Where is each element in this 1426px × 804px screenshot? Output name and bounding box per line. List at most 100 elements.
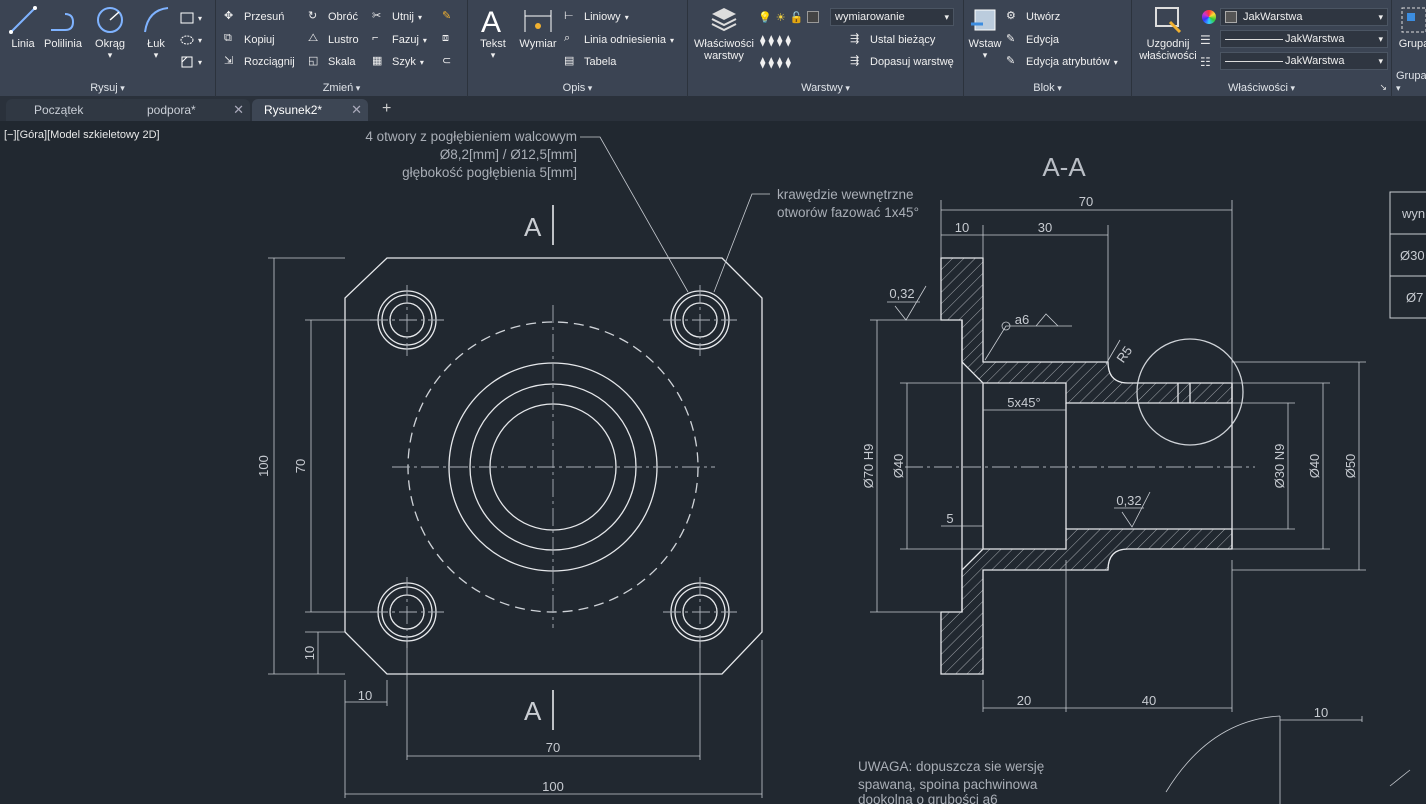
przesun-button[interactable]: ✥ Przesuń	[224, 7, 284, 27]
dimensions-front	[268, 136, 770, 798]
note-holes-line2: Ø8,2[mm] / Ø12,5[mm]	[440, 147, 577, 162]
wlasciwosci-warstwy-button[interactable]: Właściwości warstwy	[692, 4, 756, 62]
skala-button[interactable]: ◱ Skala	[308, 52, 356, 72]
layer-tools-row1[interactable]: ⧫ ⧫ ⧫ ⧫	[760, 30, 791, 50]
panel-opis-title[interactable]: Opis	[468, 82, 687, 94]
okrag-button[interactable]: Okrąg ▾	[90, 4, 130, 61]
panel-grupa-title[interactable]: Grupa	[1392, 70, 1426, 94]
close-icon[interactable]: ✕	[351, 102, 362, 118]
grupa-button[interactable]: Grupa	[1394, 4, 1426, 50]
szyk-label: Szyk	[392, 56, 416, 68]
rozciagnij-button[interactable]: ⇲ Rozciągnij	[224, 52, 295, 72]
linear-dim-icon: ⊢	[564, 10, 574, 22]
tab-label: Rysunek2*	[264, 103, 323, 117]
explode-button[interactable]: ⧈	[442, 30, 458, 50]
dim-sec-30: 30	[1038, 220, 1052, 235]
dim-40: 40	[1142, 693, 1156, 708]
layer-dropdown-value: wymiarowanie	[835, 11, 905, 23]
dopasuj-warstwe-button[interactable]: ⇶ Dopasuj warstwę	[850, 52, 954, 72]
section-mark-bottom: A	[524, 696, 542, 726]
dimension-icon	[524, 10, 552, 32]
dim-10-bottom-right: 10	[1314, 705, 1328, 720]
dim-70-vertical: 70	[293, 459, 308, 473]
luk-button[interactable]: Łuk ▾	[136, 4, 176, 61]
utnij-button[interactable]: ✂ Utnij ▾	[372, 7, 422, 27]
tab-poczatek[interactable]: Początek	[6, 99, 136, 121]
radius-label: R5	[1113, 343, 1135, 365]
lineweight-dropdown[interactable]: JakWarstwa ▾	[1220, 52, 1388, 70]
mirror-icon: ⧍	[308, 32, 319, 44]
layer-properties-icon	[711, 8, 737, 32]
rectangle-button[interactable]: ▾	[180, 8, 202, 28]
warning-line1: UWAGA: dopuszcza sie wersję	[858, 759, 1044, 774]
ribbon: Linia Polilinia Okrąg ▾ Łuk ▾ ▾ ▾ ▾ Rysu…	[0, 0, 1426, 97]
okrag-dropdown-icon[interactable]: ▾	[90, 50, 130, 61]
linetype-dropdown[interactable]: JakWarstwa ▾	[1220, 30, 1388, 48]
tabela-button[interactable]: ▤ Tabela	[564, 52, 616, 72]
panel-launcher-icon[interactable]: ↘	[1379, 82, 1387, 93]
panel-rysuj-title[interactable]: Rysuj	[0, 82, 215, 94]
close-icon[interactable]: ✕	[233, 102, 244, 118]
liniowy-button[interactable]: ⊢ Liniowy ▾	[564, 7, 629, 27]
linia-odniesienia-label: Linia odniesienia	[584, 34, 666, 46]
dim-10-horizontal: 10	[358, 688, 372, 703]
edycja-button[interactable]: ✎ Edycja	[1006, 30, 1059, 50]
table-cell-2: Ø30	[1400, 248, 1425, 263]
ustal-biezacy-button[interactable]: ⇶ Ustal bieżący	[850, 30, 935, 50]
kopiuj-label: Kopiuj	[244, 34, 275, 46]
utnij-label: Utnij	[392, 11, 415, 23]
hatch-button[interactable]: ▾	[180, 52, 202, 72]
warning-line2: spawaną, spoina pachwinowa	[858, 777, 1038, 792]
tab-rysunek2[interactable]: Rysunek2* ✕	[252, 99, 368, 121]
tekst-button[interactable]: A Tekst ▾	[476, 4, 510, 61]
layer-dropdown[interactable]: wymiarowanie ▾	[830, 8, 954, 26]
insert-block-icon	[971, 9, 996, 31]
linia-odniesienia-button[interactable]: ⌕ Linia odniesienia ▾	[564, 30, 674, 50]
color-swatch-icon	[807, 11, 820, 23]
layer-state-icons[interactable]: 💡 ☀ 🔓	[758, 7, 820, 27]
new-tab-button[interactable]: +	[382, 100, 391, 118]
linia-button[interactable]: Linia	[6, 4, 40, 50]
panel-zmien-title[interactable]: Zmień	[216, 82, 467, 94]
lustro-button[interactable]: ⧍ Lustro	[308, 30, 359, 50]
kopiuj-button[interactable]: ⧉ Kopiuj	[224, 30, 275, 50]
plus-icon: +	[382, 100, 392, 117]
obroc-button[interactable]: ↻ Obróć	[308, 7, 358, 27]
drawing-canvas[interactable]: A A 100 70 10 10 70 100 4 otwory z pogłę…	[0, 121, 1426, 804]
tab-label: Początek	[34, 103, 84, 117]
viewport-controls[interactable]: [−][Góra][Model szkieletowy 2D]	[4, 129, 160, 141]
przesun-label: Przesuń	[244, 11, 285, 23]
layer-tool-icon: ⧫ ⧫ ⧫ ⧫	[760, 34, 791, 47]
section-mark-top: A	[524, 212, 542, 242]
panel-warstwy-title[interactable]: Warstwy	[688, 82, 963, 94]
fazuj-button[interactable]: ⌐ Fazuj ▾	[372, 30, 427, 50]
ellipse-button[interactable]: ▾	[180, 30, 202, 50]
edycja-atrybutow-button[interactable]: ✎ Edycja atrybutów ▾	[1006, 52, 1118, 72]
wymiar-button[interactable]: Wymiar	[516, 4, 560, 50]
polilinia-button[interactable]: Polilinia	[40, 4, 86, 50]
panel-blok-title[interactable]: Blok	[964, 82, 1131, 94]
note-edges-line2: otworów fazować 1x45°	[777, 205, 919, 220]
szyk-button[interactable]: ▦ Szyk ▾	[372, 52, 424, 72]
wstaw-button[interactable]: Wstaw ▾	[966, 4, 1004, 61]
erase-button[interactable]: ✎	[442, 7, 458, 27]
layer-tools-row2[interactable]: ⧫ ⧫ ⧫ ⧫	[760, 52, 791, 72]
panel-zmien: ✥ Przesuń ⧉ Kopiuj ⇲ Rozciągnij ↻ Obróć ⧍ Lus…	[216, 0, 468, 97]
roughness-2: 0,32	[1116, 493, 1141, 508]
dopasuj-warstwe-label: Dopasuj warstwę	[870, 56, 954, 68]
uzgodnij-wlasciwosci-button[interactable]: Uzgodnij właściwości	[1136, 4, 1200, 62]
edit-attributes-icon: ✎	[1006, 55, 1016, 67]
linetype-icon: ☰	[1200, 33, 1211, 47]
panel-wlasciwosci-title[interactable]: Właściwości	[1132, 82, 1391, 94]
dim-10-vertical: 10	[302, 646, 317, 660]
offset-button[interactable]: ⊂	[442, 52, 458, 72]
luk-dropdown-icon[interactable]: ▾	[136, 50, 176, 61]
utworz-button[interactable]: ⚙ Utwórz	[1006, 7, 1060, 27]
dim-phi30: Ø30 N9	[1272, 444, 1287, 489]
uzgodnij-label-2: właściwości	[1139, 50, 1197, 62]
tab-podpora[interactable]: podpora* ✕	[122, 99, 250, 121]
eraser-icon: ✎	[442, 10, 452, 22]
svg-text:A: A	[481, 6, 501, 36]
color-dropdown[interactable]: JakWarstwa ▾	[1220, 8, 1388, 26]
arc-icon	[144, 7, 169, 33]
